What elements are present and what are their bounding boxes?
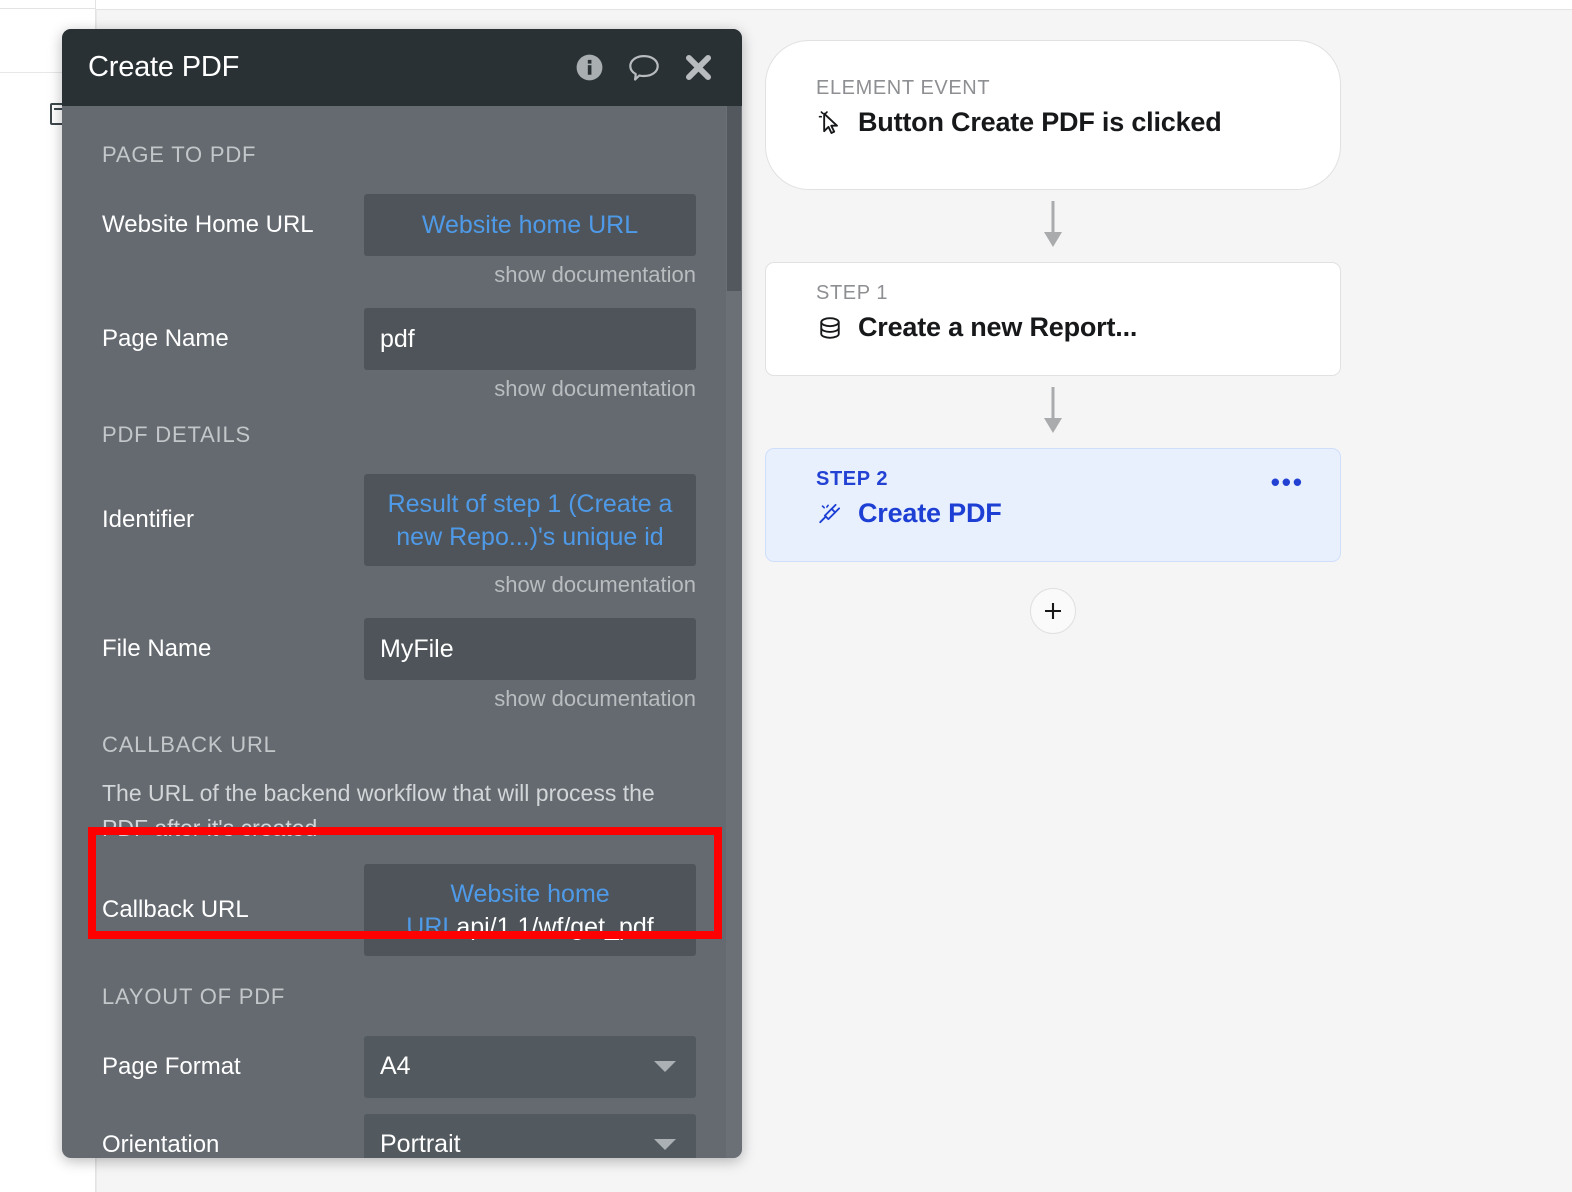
chevron-down-icon	[654, 1061, 676, 1073]
add-step-wrapper	[765, 588, 1341, 634]
field-value-website-home-url: Website home URL	[421, 210, 639, 239]
field-row-file-name: File Name MyFile	[102, 618, 696, 680]
field-input-page-name[interactable]: pdf	[364, 308, 696, 370]
field-row-page-format: Page Format A4	[102, 1035, 696, 1098]
section-label-callback-url: CALLBACK URL	[102, 732, 277, 757]
show-documentation-link-website-home-url[interactable]: show documentation	[102, 262, 696, 288]
field-row-orientation: Orientation Portrait	[102, 1113, 696, 1158]
field-label-identifier: Identifier	[102, 506, 195, 533]
field-input-website-home-url[interactable]: Website home URL	[364, 194, 696, 256]
plugin-icon	[819, 503, 841, 523]
field-row-page-name: Page Name pdf	[102, 308, 696, 370]
workflow-step-card-1[interactable]: STEP 1 Create a new Report...	[765, 262, 1341, 376]
step-2-kicker: STEP 2	[816, 468, 889, 490]
field-label-file-name: File Name	[102, 635, 212, 662]
field-label-orientation: Orientation	[102, 1130, 220, 1158]
step-2-more-options-button[interactable]: •••	[1271, 469, 1304, 495]
workflow-event-card[interactable]: ELEMENT EVENT Button Create PDF is click…	[765, 40, 1341, 190]
show-documentation-link-identifier[interactable]: show documentation	[102, 572, 696, 598]
field-row-website-home-url: Website Home URL Website home URL	[102, 194, 696, 256]
field-input-file-name[interactable]: MyFile	[364, 618, 696, 680]
info-icon[interactable]	[574, 52, 605, 83]
event-card-kicker: ELEMENT EVENT	[816, 77, 991, 99]
cursor-click-icon	[818, 110, 838, 134]
step-1-title: Create a new Report...	[858, 312, 1138, 342]
field-value-callback-url-static: api/1.1/wf/get_pdf	[456, 913, 654, 942]
field-value-file-name: MyFile	[380, 634, 454, 663]
add-step-button[interactable]	[1030, 588, 1076, 634]
select-value-page-format: A4	[380, 1052, 411, 1081]
step-1-title-row: Create a new Report...	[816, 312, 1314, 343]
step-1-kicker: STEP 1	[816, 282, 889, 304]
chevron-down-icon	[654, 1139, 676, 1151]
event-card-title-row: Button Create PDF is clicked	[816, 107, 1314, 138]
panel-header: Create PDF	[62, 29, 742, 106]
panel-body: PAGE TO PDF Website Home URL Website hom…	[62, 106, 742, 1158]
field-label-page-format: Page Format	[102, 1052, 241, 1080]
flow-connector-1	[765, 190, 1341, 262]
panel-scrollbar-thumb[interactable]	[727, 106, 741, 291]
arrow-down-icon	[1044, 387, 1062, 433]
field-value-page-name: pdf	[380, 324, 415, 353]
section-label-pdf-details: PDF DETAILS	[102, 422, 251, 447]
show-documentation-link-page-name[interactable]: show documentation	[102, 376, 696, 402]
panel-header-icon-group	[574, 52, 714, 83]
comment-icon[interactable]	[627, 52, 661, 83]
field-row-identifier: Identifier Result of step 1 (Create a ne…	[102, 474, 696, 566]
field-input-callback-url[interactable]: Website home URLapi/1.1/wf/get_pdf	[364, 863, 696, 956]
create-pdf-property-panel: Create PDF PAGE TO PDF Website Home URL …	[62, 29, 742, 1158]
step-2-title-row: Create PDF	[816, 498, 1314, 529]
rail-divider-top	[0, 8, 96, 9]
field-row-callback-url: Callback URL Website home URLapi/1.1/wf/…	[102, 863, 696, 956]
field-input-identifier[interactable]: Result of step 1 (Create a new Repo...)'…	[364, 474, 696, 566]
database-icon	[820, 316, 840, 339]
workflow-editor-screen: ELEMENT EVENT Button Create PDF is click…	[0, 0, 1572, 1192]
callback-url-helper-text: The URL of the backend workflow that wil…	[102, 780, 655, 841]
step-2-title: Create PDF	[858, 498, 1002, 528]
field-label-callback-url: Callback URL	[102, 895, 249, 923]
section-label-page-to-pdf: PAGE TO PDF	[102, 142, 257, 167]
workflow-step-card-2[interactable]: STEP 2 ••• Create PDF	[765, 448, 1341, 562]
arrow-down-icon	[1044, 201, 1062, 247]
flow-connector-2	[765, 376, 1341, 448]
field-label-page-name: Page Name	[102, 325, 229, 352]
workflow-flow-column: ELEMENT EVENT Button Create PDF is click…	[765, 40, 1341, 634]
field-value-identifier: Result of step 1 (Create a new Repo...)'…	[387, 490, 673, 552]
panel-scrollbar-track[interactable]	[726, 106, 742, 1158]
select-value-orientation: Portrait	[380, 1130, 461, 1158]
section-label-layout-of-pdf: LAYOUT OF PDF	[102, 983, 286, 1009]
select-orientation[interactable]: Portrait	[364, 1113, 696, 1158]
select-page-format[interactable]: A4	[364, 1035, 696, 1098]
event-card-title: Button Create PDF is clicked	[858, 107, 1222, 137]
close-icon[interactable]	[683, 52, 714, 83]
panel-title: Create PDF	[88, 51, 240, 83]
field-label-website-home-url: Website Home URL	[102, 211, 314, 238]
show-documentation-link-file-name[interactable]: show documentation	[102, 686, 696, 712]
plus-icon	[1045, 603, 1061, 619]
